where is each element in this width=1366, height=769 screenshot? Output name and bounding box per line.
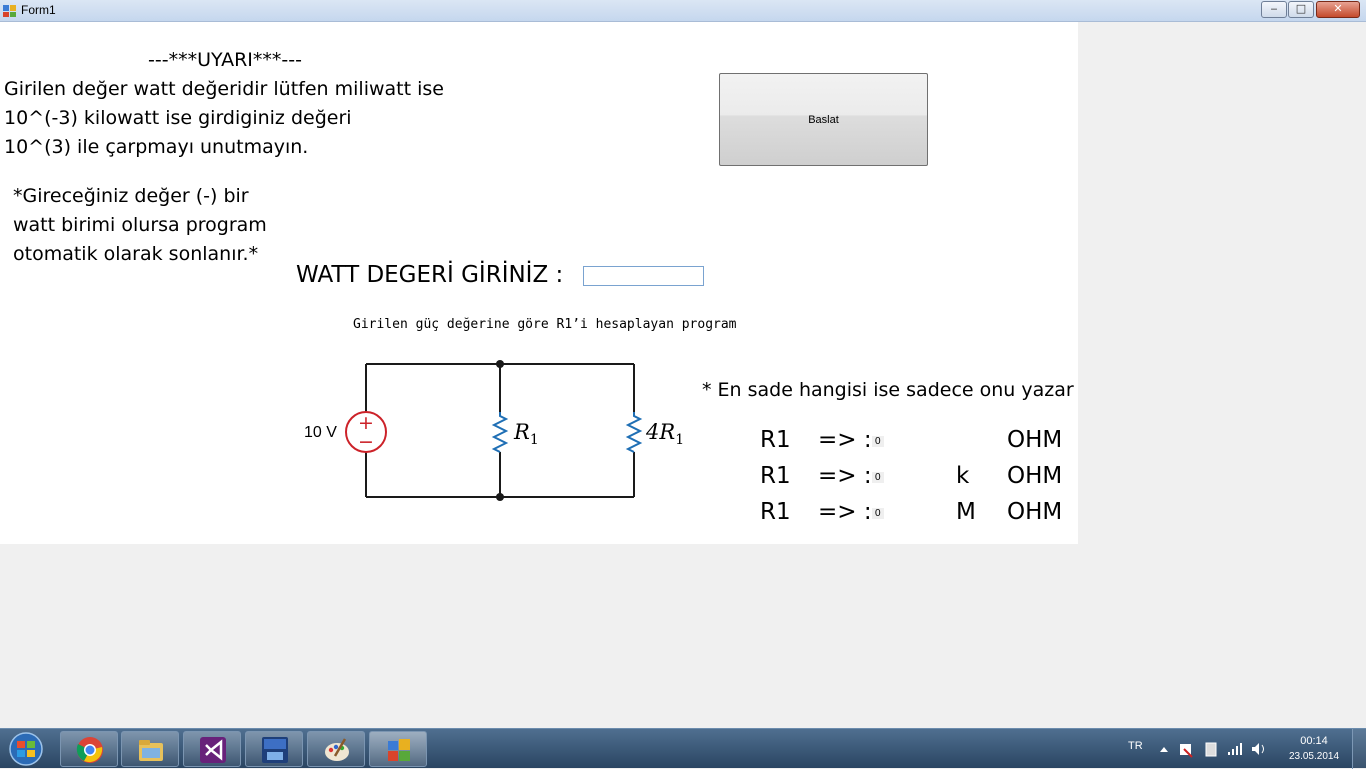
chrome-icon xyxy=(76,737,103,763)
maximize-button[interactable]: □ xyxy=(1288,1,1314,18)
clipboard-icon xyxy=(1205,742,1217,757)
warning-text-line3: 10^(3) ile çarpmayı unutmayın. xyxy=(4,136,309,158)
result-arrow: => : xyxy=(818,427,872,453)
language-indicator[interactable]: TR xyxy=(1128,740,1143,752)
devcpp-icon xyxy=(262,737,288,763)
result-prefix: M xyxy=(956,499,976,525)
taskbar-chrome[interactable] xyxy=(60,731,118,767)
warning-title: ---***UYARI***--- xyxy=(148,49,302,71)
source-voltage-label: 10 V xyxy=(304,424,337,441)
result-row-mohm: R1 => : 0 M OHM xyxy=(760,499,1080,529)
explorer-icon xyxy=(139,740,163,761)
result-unit: OHM xyxy=(1007,427,1063,453)
start-button[interactable]: Baslat xyxy=(719,73,928,166)
result-unit: OHM xyxy=(1007,463,1063,489)
result-r1-label: R1 xyxy=(760,427,791,453)
voltage-source: + − xyxy=(345,411,387,453)
result-prefix: k xyxy=(956,463,970,489)
result-unit: OHM xyxy=(1007,499,1063,525)
node-dot-bottom xyxy=(496,493,504,501)
circuit-caption: Girilen güç değerine göre R1’i hesaplaya… xyxy=(353,317,737,332)
paint-icon xyxy=(325,738,349,761)
source-minus-sign: − xyxy=(358,431,374,453)
signal-icon-bar1 xyxy=(1228,752,1230,755)
result-value-mohm: 0 xyxy=(872,508,884,519)
result-r1-label: R1 xyxy=(760,499,791,525)
window-title: Form1 xyxy=(21,3,56,17)
taskbar-explorer[interactable] xyxy=(121,731,179,767)
circuit-wires xyxy=(365,363,635,498)
taskbar-paint[interactable] xyxy=(307,731,365,767)
resistor-4r1 xyxy=(625,412,643,453)
form-client-area: ---***UYARI***--- Girilen değer watt değ… xyxy=(0,22,1078,544)
form-app-icon xyxy=(388,739,410,761)
result-row-ohm: R1 => : 0 OHM xyxy=(760,427,1080,457)
taskbar-form-app[interactable] xyxy=(369,731,427,767)
minimize-button[interactable]: ‒ xyxy=(1261,1,1287,18)
result-value-ohm: 0 xyxy=(872,436,884,447)
resistor-r1 xyxy=(491,412,509,453)
note-text-line3: otomatik olarak sonlanır.* xyxy=(13,243,259,265)
note-text-line2: watt birimi olursa program xyxy=(13,214,267,236)
result-row-kohm: R1 => : 0 k OHM xyxy=(760,463,1080,493)
result-arrow: => : xyxy=(818,499,872,525)
system-tray-icons[interactable] xyxy=(1156,739,1271,759)
tray-expand-icon xyxy=(1160,747,1168,752)
node-dot-top xyxy=(496,360,504,368)
visual-studio-icon xyxy=(200,737,226,763)
circuit-diagram: + − 10 V R1 4R1 xyxy=(304,360,684,501)
watt-input[interactable] xyxy=(583,266,704,286)
resistor-r1-label: R1 xyxy=(513,420,539,448)
close-button[interactable]: ✕ xyxy=(1316,1,1360,18)
resistor-4r1-label: 4R1 xyxy=(645,420,684,448)
volume-icon xyxy=(1252,743,1259,755)
title-bar: Form1 ‒ □ ✕ xyxy=(0,0,1366,22)
result-arrow: => : xyxy=(818,463,872,489)
warning-text-line2: 10^(-3) kilowatt ise girdiginiz değeri xyxy=(4,107,352,129)
taskbar: TR 00:14 23.05.2014 xyxy=(0,728,1366,769)
taskbar-visual-studio[interactable] xyxy=(183,731,241,767)
note-text-line1: *Gireceğiniz değer (-) bir xyxy=(13,185,249,207)
result-r1-label: R1 xyxy=(760,463,791,489)
taskbar-devcpp[interactable] xyxy=(245,731,303,767)
warning-text-line1: Girilen değer watt değeridir lütfen mili… xyxy=(4,78,444,100)
show-desktop-button[interactable] xyxy=(1352,729,1366,769)
app-icon xyxy=(3,5,16,17)
clock-time[interactable]: 00:14 xyxy=(1288,735,1340,747)
result-value-kohm: 0 xyxy=(872,472,884,483)
hint-label: * En sade hangisi ise sadece onu yazar xyxy=(702,379,1074,401)
watt-input-label: WATT DEGERİ GİRİNİZ : xyxy=(296,262,564,288)
windows-start-icon[interactable] xyxy=(4,731,48,767)
clock-date[interactable]: 23.05.2014 xyxy=(1284,751,1344,762)
